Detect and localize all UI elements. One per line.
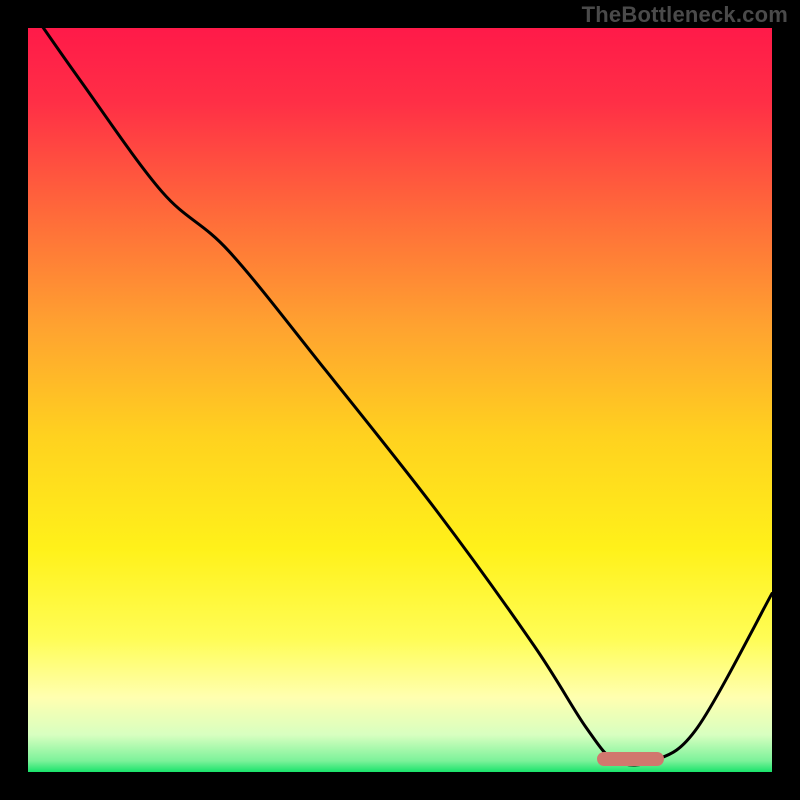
bottleneck-curve: [28, 28, 772, 765]
chart-frame: TheBottleneck.com: [0, 0, 800, 800]
plot-area: [28, 28, 772, 772]
curve-layer: [28, 28, 772, 772]
optimal-range-marker: [597, 752, 664, 766]
watermark-text: TheBottleneck.com: [582, 2, 788, 28]
